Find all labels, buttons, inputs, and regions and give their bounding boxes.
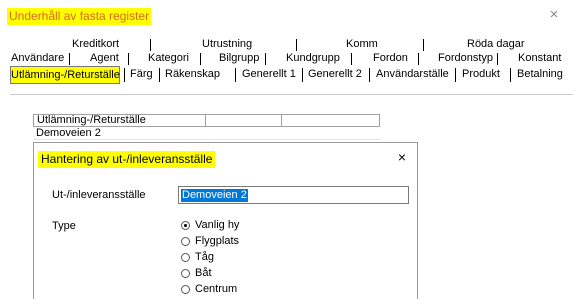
radio-centrum[interactable]: Centrum [181, 282, 237, 296]
radio-flygplats[interactable]: Flygplats [181, 234, 239, 248]
column-header-2[interactable] [206, 115, 282, 126]
tab-kundgrupp[interactable]: Kundgrupp [286, 52, 340, 66]
window-close-icon[interactable]: × [547, 6, 561, 23]
input-selected-text: Demoveien 2 [181, 189, 248, 202]
tab-utlamning-returstalle[interactable]: Utlämning-/Returställe [10, 66, 120, 84]
tab-row-2: Användare Agent Kategori Bilgrupp Kundgr… [10, 52, 573, 66]
tab-content-border [10, 94, 573, 95]
column-header-returstalle[interactable]: Utlämning-/Returställe [34, 115, 206, 126]
radio-label: Tåg [195, 251, 214, 263]
window-title: Underhåll av fasta register [7, 8, 152, 25]
tab-komm[interactable]: Komm [346, 38, 378, 52]
dialog-title: Hantering av ut-/inleveransställe [38, 151, 216, 168]
radio-dot [181, 268, 190, 278]
radio-label: Båt [195, 267, 212, 279]
tab-betalning[interactable]: Betalning [517, 66, 563, 84]
field-label-utinleveransstalle: Ut-/inleveransställe [52, 189, 146, 201]
tab-konstant[interactable]: Konstant [518, 52, 561, 66]
tab-row-1: Kreditkort Utrustning Komm Röda dagar [10, 38, 573, 52]
tab-bilgrupp[interactable]: Bilgrupp [219, 52, 259, 66]
utinleveransstalle-input[interactable]: Demoveien 2 [178, 186, 409, 204]
radio-label: Flygplats [195, 235, 240, 247]
tab-strip: Kreditkort Utrustning Komm Röda dagar An… [10, 38, 573, 84]
radio-vanlig-hy[interactable]: Vanlig hy [181, 218, 239, 232]
tab-fordon[interactable]: Fordon [373, 52, 408, 66]
tab-produkt[interactable]: Produkt [462, 66, 500, 84]
list-header: Utlämning-/Returställe [33, 114, 380, 127]
type-label: Type [52, 220, 76, 232]
tab-generellt-1[interactable]: Generellt 1 [242, 66, 296, 84]
radio-tag[interactable]: Tåg [181, 250, 214, 264]
dialog-close-icon[interactable]: × [395, 149, 409, 165]
tab-anvandare[interactable]: Användare [11, 52, 64, 66]
radio-dot [181, 284, 190, 294]
tab-fordonstyp[interactable]: Fordonstyp [438, 52, 493, 66]
tab-utrustning[interactable]: Utrustning [202, 38, 252, 52]
radio-dot [181, 236, 190, 246]
hantering-dialog: Hantering av ut-/inleveransställe × Ut-/… [33, 142, 418, 299]
tab-kategori[interactable]: Kategori [148, 52, 189, 66]
radio-dot-checked [181, 220, 190, 230]
tab-anvandarstalle[interactable]: Användarställe [376, 66, 449, 84]
list-item[interactable]: Demoveien 2 [33, 127, 380, 140]
tab-farg[interactable]: Färg [130, 66, 153, 84]
tab-generellt-2[interactable]: Generellt 2 [308, 66, 362, 84]
tab-roda-dagar[interactable]: Röda dagar [467, 38, 525, 52]
tab-rakenskap[interactable]: Räkenskap [165, 66, 220, 84]
tab-agent[interactable]: Agent [90, 52, 119, 66]
radio-label: Vanlig hy [195, 219, 240, 231]
tab-row-3: Utlämning-/Returställe Färg Räkenskap Ge… [10, 66, 573, 84]
tab-kreditkort[interactable]: Kreditkort [72, 38, 119, 52]
radio-label: Centrum [195, 283, 238, 295]
radio-dot [181, 252, 190, 262]
radio-bat[interactable]: Båt [181, 266, 212, 280]
